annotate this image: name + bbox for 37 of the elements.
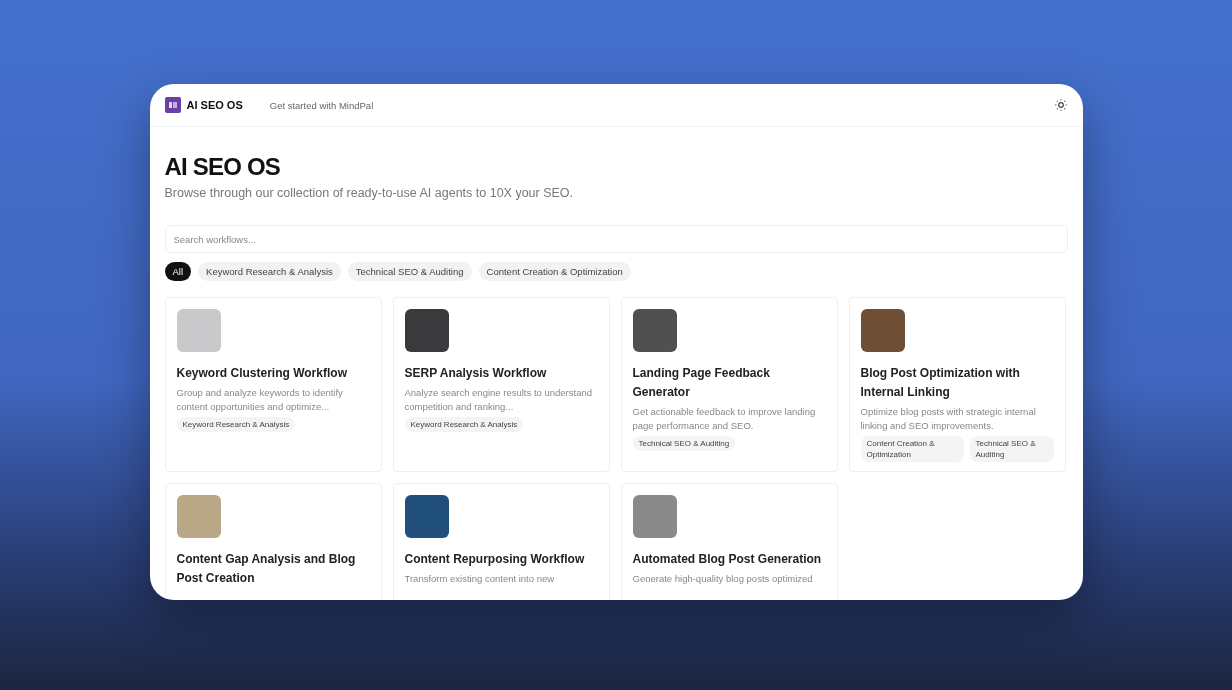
filter-chip[interactable]: Keyword Research & Analysis [198,262,341,281]
card-description: Generate high-quality blog posts optimized [632,572,814,586]
workflow-card[interactable]: Keyword Clustering Workflow Group and analyze keywords to identify content opportunities and optimize... Keyword Research & Analysis [164,297,382,472]
card-title: Keyword Clustering Workflow [176,365,348,382]
workflow-card[interactable]: Content Repurposing Workflow Transform existing content into new [392,483,610,600]
sun-icon [1053,98,1068,112]
card-title: Content Repurposing Workflow [404,551,586,568]
card-title: SERP Analysis Workflow [404,365,548,382]
filter-chip[interactable]: Content Creation & Optimization [478,262,631,281]
brand-name: AI SEO OS [186,99,243,111]
workflow-card[interactable]: SERP Analysis Workflow Analyze search engine results to understand competition and ranking... Keyword Research & Analysis [392,297,610,472]
card-description: Group and analyze keywords to identify content opportunities and optimize... [176,386,344,413]
workflow-card[interactable]: Content Gap Analysis and Blog Post Creation [164,483,382,600]
theme-toggle-button[interactable] [1053,98,1068,112]
category-tag: Keyword Research & Analysis [404,417,524,432]
card-title: Landing Page Feedback Generator [632,365,771,401]
filter-chip[interactable]: Technical SEO & Auditing [347,262,472,281]
page-title: AI SEO OS [164,153,281,181]
card-description: Analyze search engine results to understand competition and ranking... [404,386,593,413]
page-subtitle: Browse through our collection of ready-to-use AI agents to 10X your SEO. [164,186,575,200]
category-tag: Content Creation & Optimization [860,436,964,462]
workflow-card[interactable]: Landing Page Feedback Generator Get actionable feedback to improve landing page performance and SEO. Technical SEO & Auditing [620,297,838,472]
logo-icon [164,97,181,113]
workflow-card[interactable]: Blog Post Optimization with Internal Linking Optimize blog posts with strategic internal linking and SEO improvements. Content Creation & Optimization Technical SEO & Auditing [848,297,1066,472]
card-description: Get actionable feedback to improve landing page performance and SEO. [632,405,817,432]
get-started-link[interactable]: Get started with MindPal [269,99,374,111]
category-tag: Technical SEO & Auditing [632,436,736,451]
category-tag: Keyword Research & Analysis [176,417,296,432]
filter-chip[interactable]: All [164,262,192,281]
card-description: Optimize blog posts with strategic internal linking and SEO improvements. [860,405,1037,432]
card-title: Automated Blog Post Generation [632,551,823,568]
card-description: Transform existing content into new [404,572,556,586]
workflow-card[interactable]: Automated Blog Post Generation Generate high-quality blog posts optimized [620,483,838,600]
card-title: Content Gap Analysis and Blog Post Creation [176,551,357,587]
category-tag: Technical SEO & Auditing [969,436,1054,462]
card-title: Blog Post Optimization with Internal Linking [860,365,1021,401]
search-field[interactable]: Search workflows... [164,225,1068,253]
